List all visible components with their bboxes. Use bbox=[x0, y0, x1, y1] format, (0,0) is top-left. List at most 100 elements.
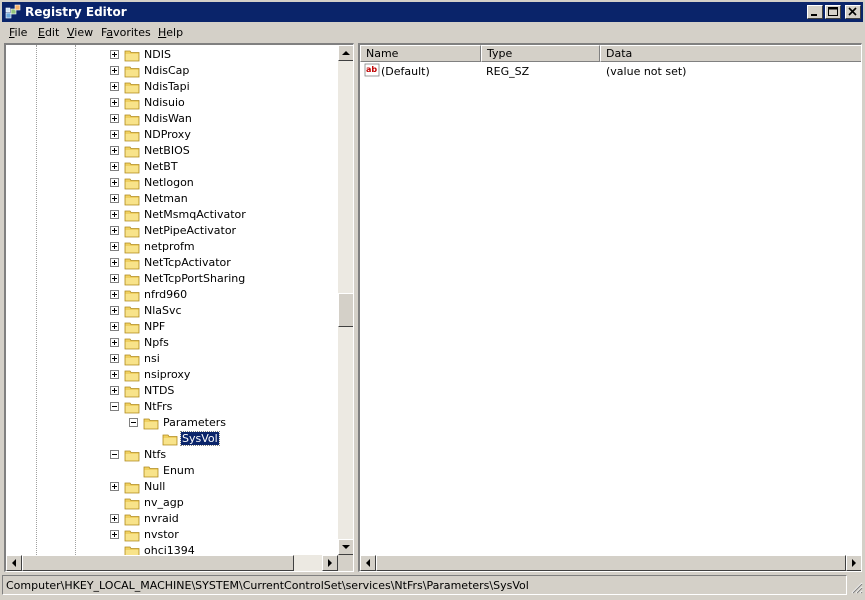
tree-item-nv-agp[interactable]: nv_agp bbox=[6, 495, 336, 511]
expand-icon[interactable] bbox=[110, 530, 119, 539]
tree-item-netprofm[interactable]: netprofm bbox=[6, 239, 336, 255]
tree-item-nfrd960[interactable]: nfrd960 bbox=[6, 287, 336, 303]
maximize-button[interactable] bbox=[825, 5, 841, 19]
tree-item-ndiswan[interactable]: NdisWan bbox=[6, 111, 336, 127]
expand-icon[interactable] bbox=[110, 242, 119, 251]
tree-item-nsiproxy[interactable]: nsiproxy bbox=[6, 367, 336, 383]
tree-item-netpipeactivator[interactable]: NetPipeActivator bbox=[6, 223, 336, 239]
expand-icon[interactable] bbox=[110, 162, 119, 171]
tree-item-label: NetTcpPortSharing bbox=[144, 272, 246, 285]
tree-item-ndis[interactable]: NDIS bbox=[6, 47, 336, 63]
tree-item-label: netprofm bbox=[144, 240, 195, 253]
menu-help[interactable]: Help bbox=[158, 26, 183, 39]
tree-item-label: Ndisuio bbox=[144, 96, 185, 109]
arrow-up-icon bbox=[342, 51, 350, 55]
menu-file[interactable]: File bbox=[9, 26, 27, 39]
arrow-down-icon bbox=[342, 545, 350, 549]
minimize-button[interactable] bbox=[807, 5, 823, 19]
resize-grip-icon[interactable] bbox=[849, 580, 863, 594]
tree-item-label: NlaSvc bbox=[144, 304, 182, 317]
tree-item-ndiscap[interactable]: NdisCap bbox=[6, 63, 336, 79]
column-header-name[interactable]: Name bbox=[360, 45, 481, 62]
tree-item-nvraid[interactable]: nvraid bbox=[6, 511, 336, 527]
list-scroll-right-button[interactable] bbox=[846, 555, 861, 571]
collapse-icon[interactable] bbox=[110, 402, 119, 411]
title-bar[interactable]: Registry Editor bbox=[2, 2, 863, 22]
folder-icon bbox=[143, 466, 159, 478]
tree-item-ntfrs[interactable]: NtFrs bbox=[6, 399, 336, 415]
arrow-right-icon bbox=[852, 559, 856, 567]
expand-icon[interactable] bbox=[110, 290, 119, 299]
tree-item-netmsmqactivator[interactable]: NetMsmqActivator bbox=[6, 207, 336, 223]
expand-icon[interactable] bbox=[110, 274, 119, 283]
expand-icon[interactable] bbox=[110, 370, 119, 379]
scroll-up-button[interactable] bbox=[338, 45, 353, 61]
tree-item-ntfs[interactable]: Ntfs bbox=[6, 447, 336, 463]
expand-icon[interactable] bbox=[110, 210, 119, 219]
expand-icon[interactable] bbox=[110, 386, 119, 395]
expand-icon[interactable] bbox=[110, 50, 119, 59]
tree-item-nettcpportsharing[interactable]: NetTcpPortSharing bbox=[6, 271, 336, 287]
svg-text:ab: ab bbox=[366, 65, 377, 74]
tree-item-label: NTDS bbox=[144, 384, 175, 397]
tree-item-npfs[interactable]: Npfs bbox=[6, 335, 336, 351]
list-horizontal-scroll-thumb[interactable] bbox=[376, 555, 846, 571]
expand-icon[interactable] bbox=[110, 178, 119, 187]
tree-item-null[interactable]: Null bbox=[6, 479, 336, 495]
expand-icon[interactable] bbox=[110, 82, 119, 91]
tree-item-parameters[interactable]: Parameters bbox=[6, 415, 336, 431]
tree-item-netman[interactable]: Netman bbox=[6, 191, 336, 207]
expand-icon[interactable] bbox=[110, 194, 119, 203]
list-scroll-left-button[interactable] bbox=[360, 555, 376, 571]
tree-item-netbt[interactable]: NetBT bbox=[6, 159, 336, 175]
menu-favorites[interactable]: Favorites bbox=[101, 26, 151, 39]
expand-icon[interactable] bbox=[110, 130, 119, 139]
string-value-icon: ab bbox=[364, 63, 380, 77]
expand-icon[interactable] bbox=[110, 514, 119, 523]
arrow-left-icon bbox=[366, 559, 370, 567]
collapse-icon[interactable] bbox=[129, 418, 138, 427]
expand-icon[interactable] bbox=[110, 354, 119, 363]
expand-icon[interactable] bbox=[110, 114, 119, 123]
column-header-data[interactable]: Data bbox=[600, 45, 861, 62]
key-tree-pane[interactable]: NDIS NdisCap NdisTapi Ndisuio NdisWan NDProxy… bbox=[4, 43, 354, 572]
expand-icon[interactable] bbox=[110, 338, 119, 347]
tree-item-netlogon[interactable]: Netlogon bbox=[6, 175, 336, 191]
scroll-right-button[interactable] bbox=[322, 555, 338, 571]
expand-icon[interactable] bbox=[110, 98, 119, 107]
tree-item-sysvol[interactable]: SysVol bbox=[6, 431, 336, 447]
tree-item-ndproxy[interactable]: NDProxy bbox=[6, 127, 336, 143]
folder-icon bbox=[124, 114, 140, 126]
scroll-left-button[interactable] bbox=[6, 555, 22, 571]
tree-vertical-scroll-thumb[interactable] bbox=[338, 293, 353, 327]
collapse-icon[interactable] bbox=[110, 450, 119, 459]
tree-item-nvstor[interactable]: nvstor bbox=[6, 527, 336, 543]
expand-icon[interactable] bbox=[110, 306, 119, 315]
tree-horizontal-scroll-thumb[interactable] bbox=[22, 555, 294, 571]
menu-view[interactable]: View bbox=[67, 26, 93, 39]
values-list-pane[interactable]: Name Type Data ab (Default) REG_SZ (valu… bbox=[358, 43, 862, 572]
column-header-type[interactable]: Type bbox=[481, 45, 600, 62]
tree-item-enum[interactable]: Enum bbox=[6, 463, 336, 479]
expand-icon[interactable] bbox=[110, 322, 119, 331]
menu-edit[interactable]: Edit bbox=[38, 26, 59, 39]
expand-icon[interactable] bbox=[110, 146, 119, 155]
tree-item-ntds[interactable]: NTDS bbox=[6, 383, 336, 399]
tree-item-ndisuio[interactable]: Ndisuio bbox=[6, 95, 336, 111]
tree-item-label: Netman bbox=[144, 192, 188, 205]
tree-item-ndistapi[interactable]: NdisTapi bbox=[6, 79, 336, 95]
tree-item-label: Parameters bbox=[163, 416, 226, 429]
expand-icon[interactable] bbox=[110, 482, 119, 491]
expand-icon[interactable] bbox=[110, 66, 119, 75]
tree-item-npf[interactable]: NPF bbox=[6, 319, 336, 335]
tree-item-label: nsiproxy bbox=[144, 368, 191, 381]
close-button[interactable] bbox=[845, 5, 861, 19]
tree-item-label: nsi bbox=[144, 352, 160, 365]
tree-item-nettcpactivator[interactable]: NetTcpActivator bbox=[6, 255, 336, 271]
tree-item-netbios[interactable]: NetBIOS bbox=[6, 143, 336, 159]
tree-item-nsi[interactable]: nsi bbox=[6, 351, 336, 367]
tree-item-nlasvc[interactable]: NlaSvc bbox=[6, 303, 336, 319]
expand-icon[interactable] bbox=[110, 258, 119, 267]
expand-icon[interactable] bbox=[110, 226, 119, 235]
scroll-down-button[interactable] bbox=[338, 539, 353, 555]
